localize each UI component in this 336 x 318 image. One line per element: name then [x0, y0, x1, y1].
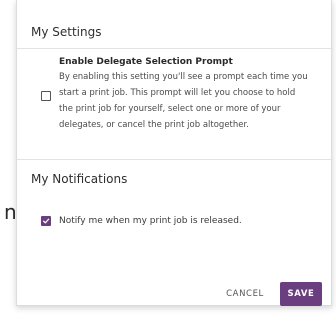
- background-text-fragment: n: [4, 200, 17, 224]
- description-line: By enabling this setting you'll see a pr…: [59, 72, 308, 82]
- description-line: the print job for yourself, select one o…: [59, 104, 281, 114]
- checkmark-icon: [42, 218, 50, 224]
- delegate-prompt-title: Enable Delegate Selection Prompt: [59, 57, 233, 67]
- delegate-prompt-description: By enabling this setting you'll see a pr…: [59, 69, 327, 133]
- delegate-prompt-checkbox[interactable]: [41, 91, 51, 101]
- release-notification-label: Notify me when my print job is released.: [59, 216, 242, 226]
- settings-dialog: My Settings Enable Delegate Selection Pr…: [16, 0, 333, 306]
- notifications-divider: [17, 159, 333, 160]
- description-line: delegates, or cancel the print job altog…: [59, 120, 249, 130]
- description-line: start a print job. This prompt will let …: [59, 88, 296, 98]
- save-button[interactable]: SAVE: [280, 282, 322, 306]
- my-settings-heading: My Settings: [31, 25, 102, 39]
- screen: n My Settings Enable Delegate Selection …: [0, 0, 336, 318]
- cancel-button[interactable]: CANCEL: [217, 282, 273, 306]
- settings-divider: [17, 48, 333, 49]
- my-notifications-heading: My Notifications: [31, 172, 128, 186]
- release-notification-checkbox[interactable]: [41, 216, 51, 226]
